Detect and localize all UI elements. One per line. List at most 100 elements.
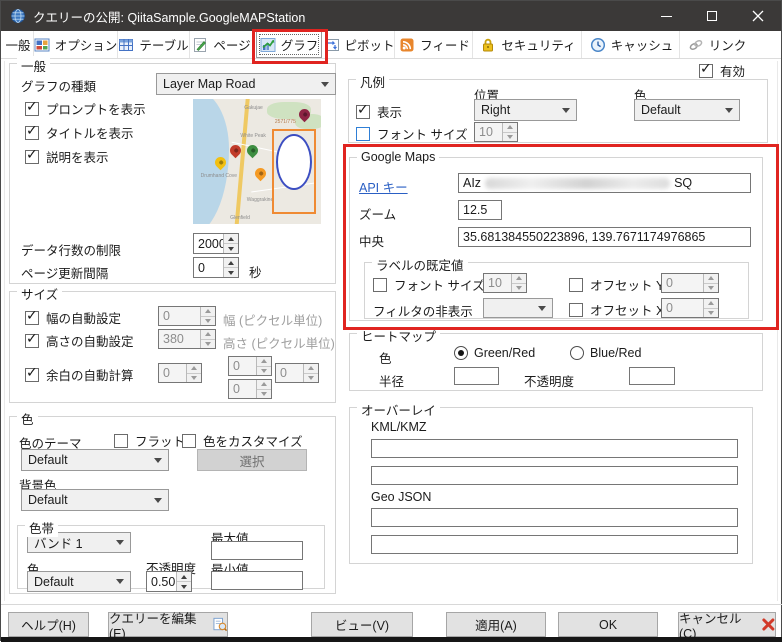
map-place-label: Gakujae xyxy=(244,105,263,112)
spinner-down-icon[interactable] xyxy=(177,582,191,591)
close-button[interactable] xyxy=(735,1,781,31)
auto-height-checkbox[interactable]: ✓ xyxy=(25,330,39,348)
spinner-up-icon[interactable] xyxy=(224,258,238,268)
api-key-link[interactable]: API キー xyxy=(359,177,408,196)
offset-y-row: オフセット Y xyxy=(569,275,664,294)
spinner-down-icon xyxy=(257,389,271,398)
api-key-input[interactable]: AIz SQ xyxy=(458,173,751,193)
chart-type-combo[interactable]: Layer Map Road xyxy=(156,73,336,95)
margin-bottom-value: 0 xyxy=(229,380,256,398)
tab-label: フィード xyxy=(420,39,470,53)
tab-link[interactable]: リンク xyxy=(682,31,752,58)
group-label-defaults-legend: ラベルの既定値 xyxy=(372,255,468,274)
spinner-up-icon[interactable] xyxy=(224,234,238,244)
offset-y-checkbox[interactable] xyxy=(569,277,583,292)
customize-color-checkbox[interactable] xyxy=(182,433,196,448)
refresh-interval-spinner[interactable]: 0 xyxy=(193,257,239,278)
band-opacity-value: 0.50 xyxy=(151,574,176,589)
legend-font-size-checkbox[interactable] xyxy=(356,126,370,141)
select-color-button[interactable]: 選択 xyxy=(197,449,307,471)
kml-input-1[interactable] xyxy=(371,439,738,458)
auto-width-checkbox[interactable]: ✓ xyxy=(25,308,39,325)
tab-general[interactable]: 一般 xyxy=(3,31,34,58)
tab-feed[interactable]: フィード xyxy=(397,31,473,58)
max-value-input[interactable] xyxy=(211,541,303,560)
auto-margin-checkbox[interactable]: ✓ xyxy=(25,365,39,382)
center-input[interactable]: 35.681384550223896, 139.7671174976865 xyxy=(458,227,751,247)
tab-graph[interactable]: グラフ xyxy=(256,31,322,58)
color-theme-combo[interactable]: Default xyxy=(21,449,169,471)
tab-table[interactable]: テーブル xyxy=(118,31,190,58)
blue-red-radio[interactable] xyxy=(570,346,584,360)
offset-x-checkbox[interactable] xyxy=(569,302,583,317)
minimize-button[interactable] xyxy=(643,1,689,31)
maximize-button[interactable] xyxy=(689,1,735,31)
show-prompt-checkbox[interactable]: ✓ xyxy=(25,99,39,116)
heatmap-opacity-input[interactable] xyxy=(629,367,675,385)
label-font-size-checkbox[interactable] xyxy=(373,277,387,292)
tab-cache[interactable]: キャッシュ xyxy=(584,31,680,58)
spinner-down-icon[interactable] xyxy=(224,244,238,253)
map-place-label: Waggrakine xyxy=(246,196,274,203)
check-icon: ✓ xyxy=(26,330,38,347)
position-combo[interactable]: Right xyxy=(474,99,577,121)
green-red-radio[interactable] xyxy=(454,346,468,360)
min-value-input[interactable] xyxy=(211,571,303,590)
row-limit-spinner[interactable]: 2000 xyxy=(193,233,239,254)
label-font-size-spinner: 10 xyxy=(483,273,527,293)
zoom-input[interactable]: 12.5 xyxy=(458,200,502,220)
tab-pivot[interactable]: ピボット xyxy=(324,31,395,58)
band-opacity-spinner[interactable]: 0.50 xyxy=(146,571,192,592)
spinner-down-icon[interactable] xyxy=(224,268,238,277)
kml-input-2[interactable] xyxy=(371,466,738,485)
tab-label: テーブル xyxy=(139,39,189,53)
ok-button[interactable]: OK xyxy=(558,612,658,637)
edit-query-button[interactable]: クエリーを編集(E) xyxy=(108,612,228,641)
zoom-value: 12.5 xyxy=(463,203,488,217)
minimize-icon xyxy=(660,15,672,17)
red-x-icon xyxy=(762,618,775,631)
label-font-size-row: フォント サイズ xyxy=(373,275,485,294)
band-color-combo[interactable]: Default xyxy=(27,571,131,592)
maximize-icon xyxy=(707,11,717,21)
green-red-label: Green/Red xyxy=(474,346,536,360)
geojson-input-1[interactable] xyxy=(371,508,738,527)
enabled-checkbox[interactable]: ✓ xyxy=(699,61,713,78)
legend-font-size-value: 10 xyxy=(475,123,502,141)
margin-top-spinner: 0 xyxy=(228,356,272,376)
hide-filter-combo[interactable] xyxy=(483,298,553,318)
tab-label: ページ xyxy=(213,39,251,53)
help-label: ヘルプ(H) xyxy=(21,619,76,633)
bg-color-combo[interactable]: Default xyxy=(21,489,169,511)
geojson-input-2[interactable] xyxy=(371,535,738,554)
legend-color-value: Default xyxy=(641,103,681,117)
show-desc-label: 説明を表示 xyxy=(46,151,109,165)
tab-page[interactable]: ページ xyxy=(190,31,254,58)
help-button[interactable]: ヘルプ(H) xyxy=(8,612,89,637)
height-value: 380 xyxy=(159,330,200,348)
pivot-icon xyxy=(324,38,339,51)
flat-checkbox[interactable] xyxy=(114,433,128,448)
seconds-label: 秒 xyxy=(249,266,262,280)
legend-show-checkbox[interactable]: ✓ xyxy=(356,102,370,119)
apply-button[interactable]: 適用(A) xyxy=(446,612,546,637)
tab-options[interactable]: オプション xyxy=(34,31,118,58)
legend-font-size-label: フォント サイズ xyxy=(377,128,468,142)
legend-color-combo[interactable]: Default xyxy=(634,99,740,121)
refresh-interval-label: ページ更新間隔 xyxy=(21,267,109,281)
radius-input[interactable] xyxy=(454,367,499,385)
offset-x-spinner: 0 xyxy=(661,298,719,318)
cancel-button[interactable]: キャンセル(C) xyxy=(678,612,776,641)
show-desc-checkbox[interactable]: ✓ xyxy=(25,147,39,164)
window-bottom-border xyxy=(1,637,782,642)
spinner-up-icon xyxy=(257,380,271,390)
geojson-label: Geo JSON xyxy=(371,490,432,504)
tab-security[interactable]: セキュリティ xyxy=(475,31,582,58)
tab-label: キャッシュ xyxy=(610,39,674,53)
spinner-up-icon[interactable] xyxy=(177,572,191,582)
view-button[interactable]: ビュー(V) xyxy=(311,612,413,637)
show-title-checkbox[interactable]: ✓ xyxy=(25,123,39,140)
chart-icon xyxy=(260,37,276,52)
tab-label: ピボット xyxy=(344,39,395,53)
tab-label: セキュリティ xyxy=(501,39,576,53)
